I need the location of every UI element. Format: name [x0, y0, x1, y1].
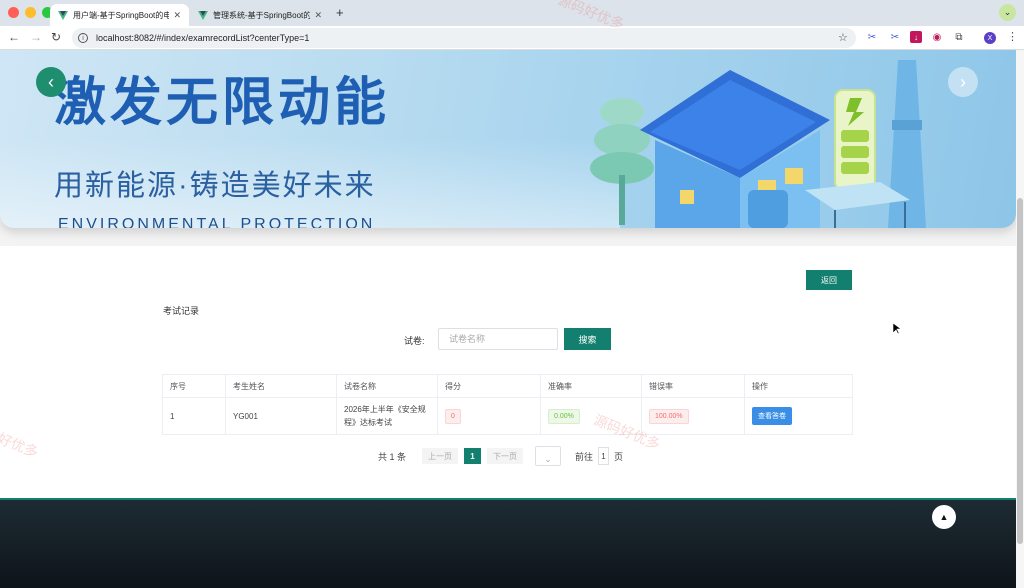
page-title: 考试记录: [163, 306, 200, 316]
bookmark-star-icon[interactable]: ☆: [838, 31, 848, 44]
close-window-button[interactable]: [8, 7, 19, 18]
site-info-icon[interactable]: i: [78, 33, 88, 43]
column-header-accuracy: 准确率: [540, 374, 642, 398]
browser-tab-admin[interactable]: 管理系统-基于SpringBoot的电 ✕: [190, 4, 330, 26]
browser-menu-icon[interactable]: ⋮: [1007, 30, 1018, 43]
column-header-error-rate: 错误率: [641, 374, 745, 398]
address-bar[interactable]: i localhost:8082/#/index/examrecordList?…: [72, 28, 856, 48]
minimize-window-button[interactable]: [25, 7, 36, 18]
caret-up-icon: ▲: [939, 512, 949, 522]
carousel-prev-button[interactable]: ‹: [36, 67, 66, 97]
column-header-paper: 试卷名称: [336, 374, 438, 398]
red-extension-icon[interactable]: ◉: [931, 31, 943, 43]
page-footer: [0, 498, 1016, 588]
page-viewport: 激发无限动能 用新能源·铸造美好未来 ENVIRONMENTAL PROTECT…: [0, 50, 1016, 588]
exam-record-panel: 返回 考试记录 试卷: 搜索 序号 考生姓名 试卷名称 得分 准确率 错误率 操…: [0, 246, 1016, 500]
back-to-top-button[interactable]: ▲: [932, 505, 956, 529]
mouse-cursor-icon: [893, 323, 901, 335]
vue-logo-icon: [198, 10, 208, 20]
goto-prefix: 前往: [575, 451, 594, 462]
new-tab-button[interactable]: +: [336, 5, 344, 20]
cell-index: 1: [162, 397, 226, 435]
next-page-button[interactable]: 下一页: [487, 448, 524, 464]
hero-banner: 激发无限动能 用新能源·铸造美好未来 ENVIRONMENTAL PROTECT…: [0, 50, 1016, 228]
column-header-action: 操作: [744, 374, 853, 398]
tab-title: 管理系统-基于SpringBoot的电: [213, 10, 311, 20]
accuracy-tag: 0.00%: [548, 408, 580, 424]
profile-avatar[interactable]: X: [984, 32, 996, 44]
reload-icon[interactable]: ↻: [51, 30, 61, 44]
tab-title: 用户端-基于SpringBoot的电力: [73, 10, 170, 20]
green-energy-house-illustration: [590, 60, 926, 228]
banner-english-text: ENVIRONMENTAL PROTECTION: [58, 216, 376, 228]
score-tag: 0: [445, 408, 461, 424]
vue-logo-icon: [58, 10, 68, 20]
search-button[interactable]: 搜索: [564, 328, 611, 350]
close-tab-icon[interactable]: ✕: [314, 10, 322, 21]
cut-extension-icon[interactable]: ✂: [889, 31, 901, 43]
exam-record-table: 序号 考生姓名 试卷名称 得分 准确率 错误率 操作 1 YG001 2026年…: [162, 374, 853, 435]
browser-tab-bar: 用户端-基于SpringBoot的电力 ✕ 管理系统-基于SpringBoot的…: [0, 0, 1024, 26]
pagination: 共 1 条 上一页 1 下一页 ⌄ 前往 1 页: [378, 446, 623, 466]
browser-toolbar: ← → ↻ i localhost:8082/#/index/examrecor…: [0, 26, 1024, 50]
banner-subtitle: 用新能源·铸造美好未来: [54, 170, 376, 202]
carousel-next-button[interactable]: ›: [948, 67, 978, 97]
forward-arrow-icon[interactable]: →: [30, 30, 42, 44]
cell-student: YG001: [225, 397, 337, 435]
column-header-student: 考生姓名: [225, 374, 337, 398]
pagination-total: 共 1 条: [378, 451, 407, 462]
column-header-index: 序号: [162, 374, 226, 398]
cell-paper: 2026年上半年《安全规程》达标考试: [336, 397, 438, 435]
download-extension-icon[interactable]: ↓: [910, 31, 922, 43]
scissors-extension-icon[interactable]: ✂: [866, 31, 878, 43]
view-answer-sheet-button[interactable]: 查看答卷: [752, 407, 792, 425]
chevron-down-icon: ⌄: [544, 454, 552, 464]
page-size-select[interactable]: ⌄: [535, 446, 562, 466]
page-number-current[interactable]: 1: [464, 448, 482, 464]
prev-page-button[interactable]: 上一页: [422, 448, 459, 464]
search-label: 试卷:: [404, 336, 425, 346]
url-text: localhost:8082/#/index/examrecordList?ce…: [96, 33, 310, 43]
paper-name-search-input[interactable]: [438, 328, 558, 350]
scrollbar-thumb[interactable]: [1017, 198, 1023, 544]
table-row: 1 YG001 2026年上半年《安全规程》达标考试 0 0.00% 100.0…: [162, 397, 853, 435]
page-scrollbar[interactable]: [1016, 50, 1024, 588]
error-rate-tag: 100.00%: [649, 408, 689, 424]
browser-tab-user[interactable]: 用户端-基于SpringBoot的电力 ✕: [50, 4, 189, 26]
goto-suffix: 页: [614, 451, 624, 462]
chevron-right-icon: ›: [960, 71, 966, 92]
window-controls: [8, 7, 53, 18]
chevron-left-icon: ‹: [48, 71, 54, 92]
tab-search-chevron-icon[interactable]: ⌄: [999, 4, 1016, 21]
cell-error-rate: 100.00%: [641, 397, 745, 435]
back-button[interactable]: 返回: [806, 270, 852, 290]
cell-score: 0: [437, 397, 541, 435]
extensions-puzzle-icon[interactable]: ⧉: [953, 31, 965, 43]
close-tab-icon[interactable]: ✕: [173, 10, 181, 21]
cell-action: 查看答卷: [744, 397, 853, 435]
back-arrow-icon[interactable]: ←: [8, 30, 20, 44]
table-header-row: 序号 考生姓名 试卷名称 得分 准确率 错误率 操作: [162, 374, 853, 398]
banner-title: 激发无限动能: [54, 74, 391, 132]
column-header-score: 得分: [437, 374, 541, 398]
goto-page-input[interactable]: 1: [598, 447, 610, 465]
